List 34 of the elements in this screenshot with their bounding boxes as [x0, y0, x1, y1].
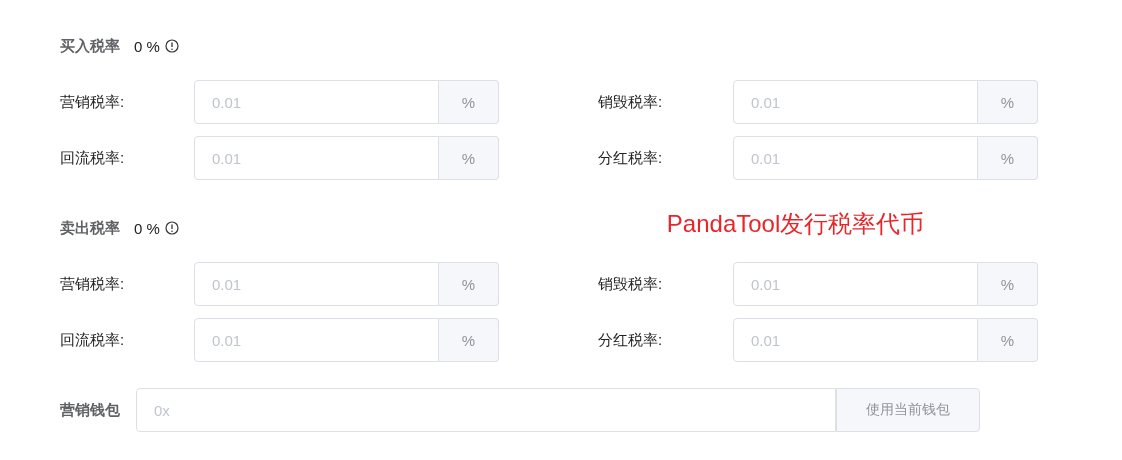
section-title: 买入税率 [60, 36, 120, 56]
caption-text: PandaTool发行税率代币 [666, 209, 925, 239]
section-title: 卖出税率 [60, 218, 120, 238]
field-label: 分红税率: [598, 330, 664, 350]
unit-addon: % [978, 136, 1038, 180]
unit-addon: % [439, 136, 499, 180]
rate-input[interactable]: 0.01 [194, 318, 439, 362]
field-label: 销毁税率: [598, 274, 664, 294]
unit-addon: % [439, 318, 499, 362]
rate-input[interactable]: 0.01 [194, 136, 439, 180]
rate-input[interactable]: 0.01 [733, 80, 978, 124]
rate-input[interactable]: 0.01 [733, 262, 978, 306]
use-current-wallet-button[interactable]: 使用当前钱包 [836, 388, 980, 432]
wallet-input[interactable]: 0x [136, 388, 836, 432]
rate-value: 0 % [134, 37, 160, 55]
rate-value: 0 % [134, 219, 160, 237]
unit-addon: % [439, 262, 499, 306]
info-icon[interactable] [164, 39, 179, 53]
unit-addon: % [978, 318, 1038, 362]
rate-input[interactable]: 0.01 [733, 318, 978, 362]
field-label: 营销税率: [60, 92, 126, 112]
rate-input[interactable]: 0.01 [733, 136, 978, 180]
wallet-label: 营销钱包 [60, 400, 121, 420]
info-icon[interactable] [164, 221, 179, 235]
unit-addon: % [439, 80, 499, 124]
field-label: 营销税率: [60, 274, 126, 294]
unit-addon: % [978, 80, 1038, 124]
field-label: 回流税率: [60, 148, 126, 168]
field-label: 销毁税率: [598, 92, 664, 112]
unit-addon: % [978, 262, 1038, 306]
rate-input[interactable]: 0.01 [194, 262, 439, 306]
field-label: 分红税率: [598, 148, 664, 168]
field-label: 回流税率: [60, 330, 126, 350]
rate-input[interactable]: 0.01 [194, 80, 439, 124]
